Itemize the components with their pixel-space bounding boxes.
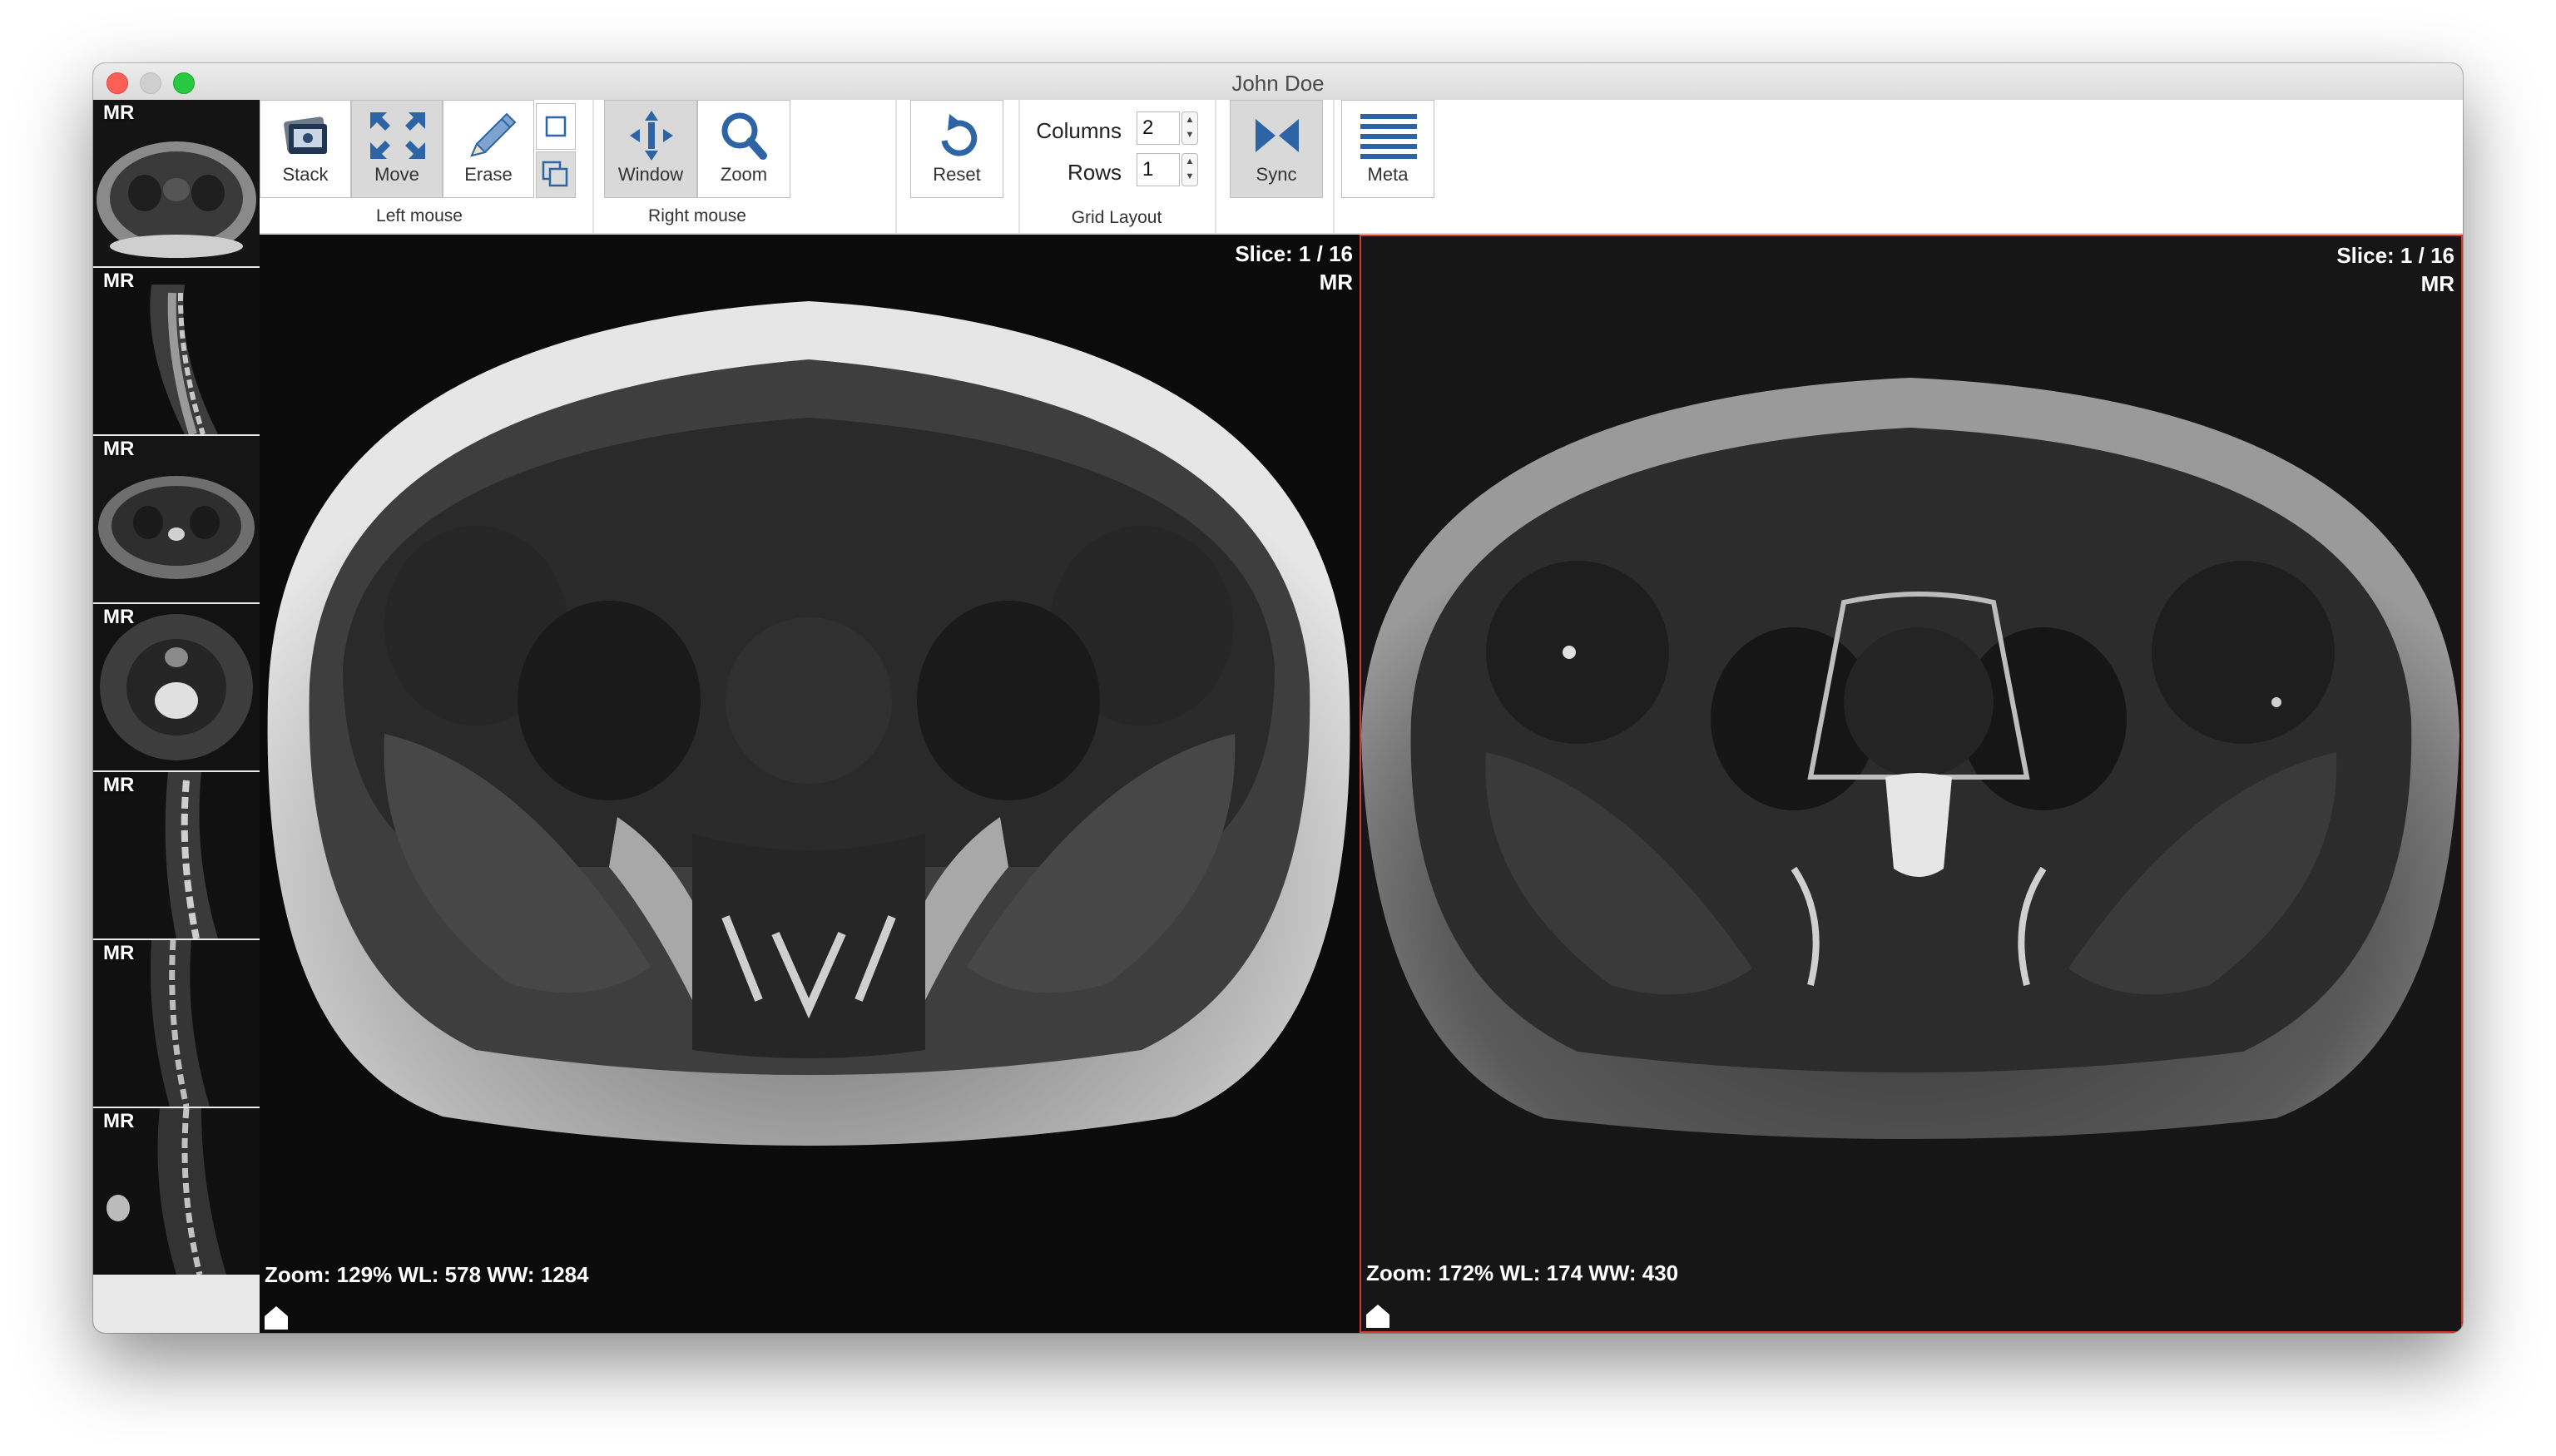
thumbnail-modality-label: MR (103, 270, 135, 292)
series-thumbnail-6[interactable]: MR (93, 940, 260, 1107)
move-tool-button[interactable]: Move (351, 100, 443, 198)
toolbar-separator (592, 100, 594, 233)
series-sidebar: MR MR MR MR MR MR MR (93, 100, 260, 1333)
title-bar: John Doe (93, 63, 2463, 101)
window-label: Window (617, 164, 684, 185)
zoom-label: Zoom (720, 164, 768, 185)
axial-scan-thumbnail-icon (93, 100, 260, 266)
grid-layout-caption: Grid Layout (1071, 208, 1162, 227)
zoom-window-info: Zoom: 172% WL: 174 WW: 430 (1366, 1260, 1679, 1285)
erase-tool-button[interactable]: Erase (443, 100, 534, 198)
right-mouse-caption: Right mouse (648, 206, 746, 225)
modality-label: MR (1319, 270, 1353, 295)
stack-label: Stack (282, 164, 329, 185)
zoom-window-info: Zoom: 129% WL: 578 WW: 1284 (265, 1262, 589, 1287)
thumbnail-modality-label: MR (103, 606, 135, 628)
thumbnail-modality-label: MR (103, 942, 135, 964)
move-arrows-icon (370, 112, 425, 159)
columns-stepper[interactable]: ▲ ▼ (1181, 111, 1198, 145)
slice-indicator: Slice: 1 / 16 (1235, 241, 1353, 266)
axial-bright-scan-thumbnail-icon (93, 604, 260, 770)
toolbar-separator (1215, 100, 1216, 233)
left-mouse-caption: Left mouse (376, 206, 463, 225)
columns-label: Columns (1036, 118, 1122, 143)
sync-label: Sync (1256, 164, 1297, 185)
stack-tool-button[interactable]: Stack (260, 100, 351, 198)
single-frame-icon (545, 116, 567, 137)
sync-icon (1256, 119, 1299, 152)
thumbnail-modality-label: MR (103, 102, 135, 124)
meta-lines-icon (1360, 114, 1417, 159)
meta-button[interactable]: Meta (1341, 100, 1434, 198)
reset-button[interactable]: Reset (910, 100, 1003, 198)
rows-input[interactable] (1137, 153, 1180, 186)
stack-icon (284, 116, 327, 154)
move-label: Move (374, 164, 419, 185)
toolbar-separator (895, 100, 897, 233)
sagittal-scan-thumbnail-icon (93, 772, 260, 938)
rows-label: Rows (1067, 160, 1122, 185)
zoom-tool-button[interactable]: Zoom (697, 100, 790, 198)
series-thumbnail-2[interactable]: MR (93, 268, 260, 434)
series-thumbnail-4[interactable]: MR (93, 604, 260, 770)
toolbar: Stack Move Erase Left mouse Window Zoom … (260, 100, 2463, 235)
axial-mri-image-icon (1361, 236, 2461, 1331)
sync-button[interactable]: Sync (1230, 100, 1323, 198)
axial-mri-image-icon (260, 235, 1360, 1333)
meta-label: Meta (1367, 164, 1409, 185)
axial-scan-thumbnail-icon (93, 436, 260, 602)
multi-frame-icon (542, 161, 568, 187)
pencil-icon (470, 112, 517, 157)
thumbnail-modality-label: MR (103, 438, 135, 460)
orientation-marker-icon[interactable] (1365, 1303, 1391, 1330)
viewport-left-overlay-top-right: Slice: 1 / 16 MR (1235, 240, 1353, 296)
app-window: John Doe MR MR MR MR MR MR MR Stack Move… (93, 63, 2463, 1333)
orientation-marker-icon[interactable] (263, 1305, 290, 1331)
window-title: John Doe (1231, 71, 1325, 96)
viewport-right[interactable]: Slice: 1 / 16 MR Zoom: 172% WL: 174 WW: … (1360, 235, 2463, 1333)
single-frame-button[interactable] (536, 103, 576, 150)
series-thumbnail-3[interactable]: MR (93, 436, 260, 602)
columns-input[interactable] (1137, 111, 1180, 145)
magnifier-icon (721, 112, 767, 160)
sagittal-scan-thumbnail-icon (93, 1108, 260, 1275)
sagittal-scan-thumbnail-icon (93, 268, 260, 434)
toolbar-separator (1333, 100, 1335, 233)
series-thumbnail-7[interactable]: MR (93, 1108, 260, 1275)
reset-label: Reset (933, 164, 981, 185)
multi-frame-button[interactable] (536, 151, 576, 198)
rows-stepper[interactable]: ▲ ▼ (1181, 153, 1198, 186)
thumbnail-modality-label: MR (103, 1110, 135, 1132)
sagittal-scan-thumbnail-icon (93, 940, 260, 1107)
erase-label: Erase (464, 164, 513, 185)
window-level-icon (630, 111, 673, 161)
series-thumbnail-1[interactable]: MR (93, 100, 260, 266)
slice-indicator: Slice: 1 / 16 (2336, 243, 2454, 268)
thumbnail-modality-label: MR (103, 774, 135, 796)
window-tool-button[interactable]: Window (604, 100, 697, 198)
viewport-left[interactable]: Slice: 1 / 16 MR Zoom: 129% WL: 578 WW: … (260, 235, 1360, 1333)
series-thumbnail-5[interactable]: MR (93, 772, 260, 938)
viewport-right-overlay-top-right: Slice: 1 / 16 MR (2336, 241, 2454, 298)
modality-label: MR (2420, 271, 2454, 296)
reset-icon (941, 114, 978, 156)
